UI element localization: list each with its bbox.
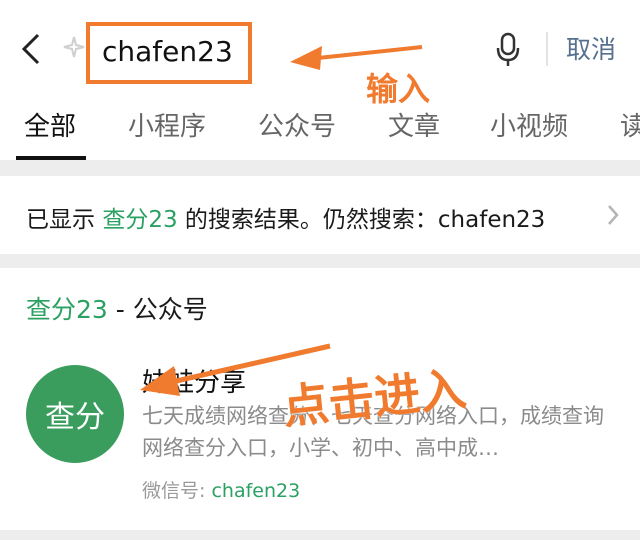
header-divider <box>546 32 548 66</box>
sparkle-icon <box>63 36 85 58</box>
microphone-icon[interactable] <box>494 32 522 68</box>
account-avatar[interactable]: 查分 <box>26 365 124 463</box>
wechat-id-label: 微信号: <box>142 480 212 502</box>
notice-prefix: 已显示 <box>26 207 103 233</box>
wechat-id-value: chafen23 <box>211 480 301 502</box>
section-type: - 公众号 <box>107 295 208 324</box>
section-title: 查分23 - 公众号 <box>26 290 208 326</box>
wechat-id: 微信号: chafen23 <box>142 476 300 503</box>
notice-term[interactable]: 查分23 <box>102 207 177 233</box>
cancel-button[interactable]: 取消 <box>566 30 616 66</box>
active-tab-indicator <box>16 156 86 160</box>
section-query: 查分23 <box>26 295 108 324</box>
account-name[interactable]: 妹蛙分享 <box>142 362 246 399</box>
notice-suffix: 的搜索结果。仍然搜索：chafen23 <box>177 207 546 233</box>
search-input[interactable]: chafen23 <box>86 22 252 84</box>
tab-articles[interactable]: 文章 <box>388 106 440 143</box>
annotation-input-label: 输入 <box>366 70 431 108</box>
back-icon[interactable] <box>18 32 46 66</box>
search-correction-notice[interactable]: 已显示 查分23 的搜索结果。仍然搜索：chafen23 <box>0 176 640 254</box>
tab-short-videos[interactable]: 小视频 <box>490 106 568 143</box>
tab-official-account[interactable]: 公众号 <box>258 106 336 143</box>
tab-mini-program[interactable]: 小程序 <box>128 106 206 143</box>
chevron-right-icon <box>608 205 619 225</box>
tab-all[interactable]: 全部 <box>24 106 76 143</box>
search-header: chafen23 取消 <box>0 0 640 94</box>
notice-text: 已显示 查分23 的搜索结果。仍然搜索：chafen23 <box>26 200 545 234</box>
result-tabs: 全部 小程序 公众号 文章 小视频 读 <box>0 94 640 160</box>
tab-read[interactable]: 读 <box>620 106 640 143</box>
